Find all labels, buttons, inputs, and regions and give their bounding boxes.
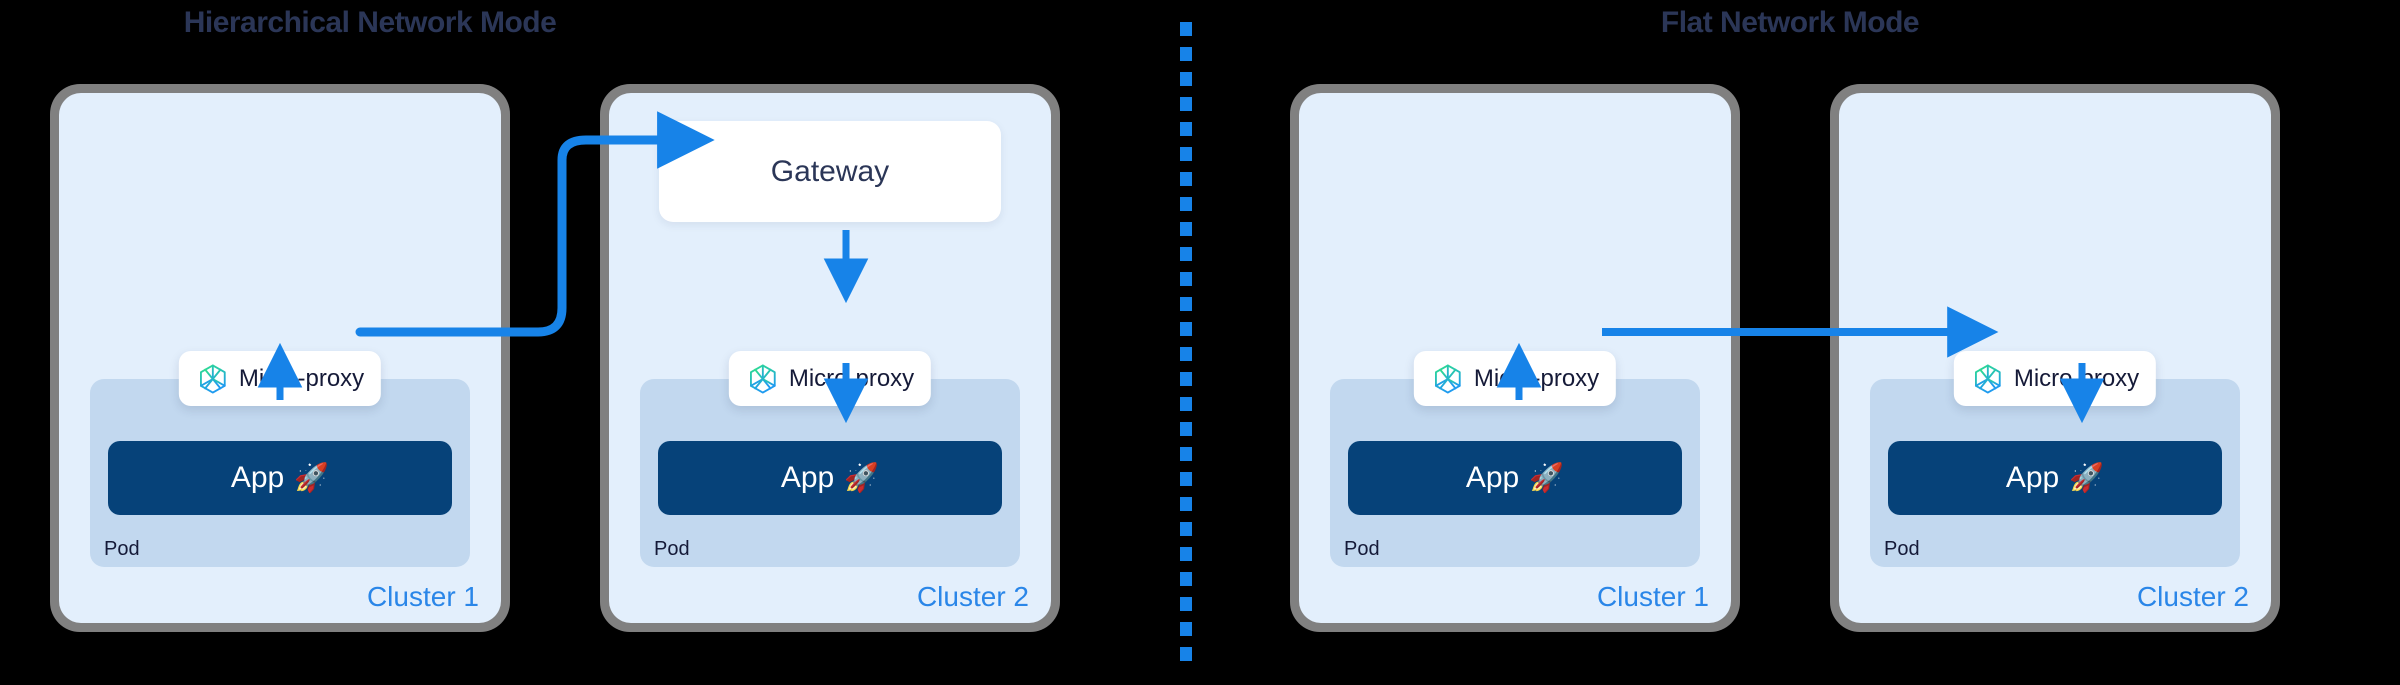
microproxy-label: Micro-proxy <box>238 364 365 392</box>
app-box-flat-2[interactable]: App 🚀 <box>1888 441 2222 515</box>
panel-title-flat: Flat Network Mode <box>1660 6 1920 39</box>
pod-flat-2: Micro-proxy App 🚀 Pod <box>1870 351 2240 567</box>
cube-mesh-icon <box>199 363 226 394</box>
pod-hierarchical-1: Micro-proxy App 🚀 Pod <box>90 351 470 567</box>
cube-mesh-icon <box>1974 363 2001 394</box>
app-label: App <box>230 461 285 494</box>
microproxy-hierarchical-1[interactable]: Micro-proxy <box>178 351 382 406</box>
cluster-flat-2[interactable]: Micro-proxy App 🚀 Pod Cluster 2 <box>1830 84 2280 632</box>
app-box-flat-1[interactable]: App 🚀 <box>1348 441 1682 515</box>
cluster-label-hierarchical-2: Cluster 2 <box>916 581 1029 612</box>
microproxy-label: Micro-proxy <box>788 364 915 392</box>
pod-label: Pod <box>1884 538 1920 560</box>
cluster-inner: Gateway Micro-proxy App 🚀 Pod Cluster 2 <box>609 93 1051 623</box>
rocket-icon: 🚀 <box>1529 462 1565 493</box>
app-box-hierarchical-1[interactable]: App 🚀 <box>108 441 452 515</box>
app-label: App <box>1465 461 1520 494</box>
microproxy-hierarchical-2[interactable]: Micro-proxy <box>728 351 932 406</box>
pod-hierarchical-2: Micro-proxy App 🚀 Pod <box>640 351 1020 567</box>
cluster-label-flat-2: Cluster 2 <box>2136 581 2249 612</box>
microproxy-label: Micro-proxy <box>1473 364 1600 392</box>
cluster-inner: Micro-proxy App 🚀 Pod Cluster 1 <box>59 93 501 623</box>
rocket-icon: 🚀 <box>844 462 880 493</box>
diagram-canvas: Hierarchical Network Mode Flat Network M… <box>0 0 2400 685</box>
gateway-box-hierarchical-2[interactable]: Gateway <box>659 121 1001 222</box>
cluster-inner: Micro-proxy App 🚀 Pod Cluster 1 <box>1299 93 1731 623</box>
cluster-label-hierarchical-1: Cluster 1 <box>366 581 479 612</box>
cluster-label-flat-1: Cluster 1 <box>1596 581 1709 612</box>
cluster-flat-1[interactable]: Micro-proxy App 🚀 Pod Cluster 1 <box>1290 84 1740 632</box>
cube-mesh-icon <box>749 363 776 394</box>
microproxy-label: Micro-proxy <box>2013 364 2140 392</box>
pod-label: Pod <box>654 538 690 560</box>
pod-label: Pod <box>1344 538 1380 560</box>
mode-divider <box>1180 22 1192 664</box>
microproxy-flat-2[interactable]: Micro-proxy <box>1953 351 2157 406</box>
pod-label: Pod <box>104 538 140 560</box>
panel-title-hierarchical: Hierarchical Network Mode <box>183 6 557 39</box>
cluster-inner: Micro-proxy App 🚀 Pod Cluster 2 <box>1839 93 2271 623</box>
app-label: App <box>780 461 835 494</box>
cube-mesh-icon <box>1434 363 1461 394</box>
gateway-label: Gateway <box>770 154 890 188</box>
microproxy-flat-1[interactable]: Micro-proxy <box>1413 351 1617 406</box>
pod-flat-1: Micro-proxy App 🚀 Pod <box>1330 351 1700 567</box>
cluster-hierarchical-1[interactable]: Micro-proxy App 🚀 Pod Cluster 1 <box>50 84 510 632</box>
rocket-icon: 🚀 <box>294 462 330 493</box>
rocket-icon: 🚀 <box>2069 462 2105 493</box>
app-box-hierarchical-2[interactable]: App 🚀 <box>658 441 1002 515</box>
app-label: App <box>2005 461 2060 494</box>
cluster-hierarchical-2[interactable]: Gateway Micro-proxy App 🚀 Pod Cluster 2 <box>600 84 1060 632</box>
